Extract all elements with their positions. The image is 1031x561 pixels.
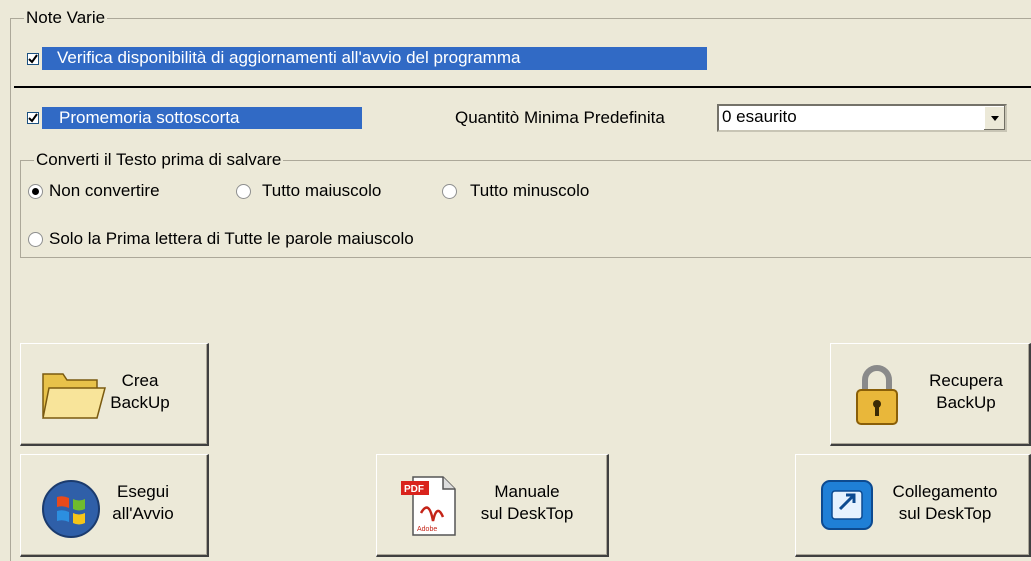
create-backup-button[interactable]: Crea BackUp: [20, 343, 209, 446]
svg-text:Adobe: Adobe: [417, 526, 437, 533]
radio-label-tutto-maiuscolo[interactable]: Tutto maiuscolo: [262, 181, 381, 201]
run-at-startup-line2: all'Avvio: [112, 504, 174, 523]
convert-group-bottom-border: [20, 257, 1031, 258]
checkmark-icon: [28, 54, 38, 64]
shortcut-desktop-line2: sul DeskTop: [898, 504, 992, 523]
radio-label-non-convertire[interactable]: Non convertire: [49, 181, 160, 201]
run-at-startup-button[interactable]: Esegui all'Avvio: [20, 454, 209, 557]
separator-line: [14, 86, 1031, 88]
radio-dot: [32, 188, 39, 195]
padlock-icon: [853, 362, 901, 433]
run-at-startup-line1: Esegui: [117, 482, 169, 501]
restore-backup-button[interactable]: Recupera BackUp: [830, 343, 1031, 446]
create-backup-line1: Crea: [121, 371, 159, 390]
radio-label-tutto-minuscolo[interactable]: Tutto minuscolo: [470, 181, 589, 201]
updates-checkbox[interactable]: [27, 53, 39, 65]
min-qty-select[interactable]: 0 esaurito: [717, 104, 1007, 132]
svg-text:PDF: PDF: [404, 484, 424, 495]
manual-desktop-line2: sul DeskTop: [480, 504, 574, 523]
radio-tutto-maiuscolo[interactable]: [236, 184, 251, 199]
radio-prima-lettera[interactable]: [28, 232, 43, 247]
windows-icon: [41, 479, 101, 544]
restore-backup-line1: Recupera: [929, 371, 1003, 390]
min-qty-value: 0 esaurito: [722, 107, 797, 126]
create-backup-line2: BackUp: [110, 393, 170, 412]
checkmark-icon: [28, 113, 38, 123]
dropdown-button[interactable]: [983, 106, 1005, 130]
note-group-top-border: [10, 18, 1031, 19]
note-group-title: Note Varie: [24, 8, 108, 28]
pdf-icon: PDF Adobe: [399, 473, 459, 544]
shortcut-desktop-line1: Collegamento: [892, 482, 998, 501]
convert-group-left-border: [20, 160, 21, 257]
manual-desktop-line1: Manuale: [494, 482, 560, 501]
chevron-down-icon: [991, 116, 999, 121]
convert-group-title: Converti il Testo prima di salvare: [34, 150, 284, 170]
radio-tutto-minuscolo[interactable]: [442, 184, 457, 199]
understock-checkbox[interactable]: [27, 112, 39, 124]
radio-label-prima-lettera[interactable]: Solo la Prima lettera di Tutte le parole…: [49, 229, 414, 249]
shortcut-desktop-button[interactable]: Collegamento sul DeskTop: [795, 454, 1031, 557]
min-qty-label: Quantitò Minima Predefinita: [455, 108, 665, 127]
shortcut-icon: [816, 469, 882, 540]
manual-desktop-button[interactable]: PDF Adobe Manuale sul DeskTop: [376, 454, 609, 557]
restore-backup-line2: BackUp: [936, 393, 996, 412]
understock-label[interactable]: Promemoria sottoscorta: [42, 107, 362, 129]
radio-non-convertire[interactable]: [28, 184, 43, 199]
updates-check-label[interactable]: Verifica disponibilità di aggiornamenti …: [42, 47, 707, 70]
folder-icon: [39, 364, 107, 429]
note-group-left-border: [10, 18, 11, 561]
